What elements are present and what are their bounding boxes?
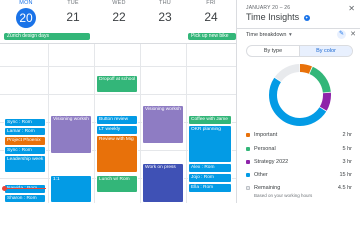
event-chip[interactable]: LT weekly (96, 125, 138, 135)
toggle-by-color[interactable]: By color (299, 46, 352, 56)
toggle-by-type[interactable]: By type (247, 46, 299, 56)
legend-swatch (246, 160, 250, 164)
event-chip[interactable]: OKR planning (188, 125, 232, 163)
legend-swatch (246, 186, 250, 190)
allday-event[interactable]: Zürich design days (4, 33, 90, 40)
event-chip[interactable]: Alex : Rom (188, 163, 232, 173)
panel-title-text: Time Insights (246, 12, 300, 22)
day-header-mon[interactable]: MON 20 (4, 0, 48, 30)
hour-line (0, 94, 236, 95)
breakdown-label: Time breakdown (246, 32, 287, 38)
day-of-week: TUE (67, 0, 79, 6)
event-chip[interactable]: Jojo : Rom (188, 173, 232, 183)
day-of-week: WED (112, 0, 126, 6)
day-header-wed[interactable]: WED 22 (96, 0, 142, 30)
working-hours-note: Based on your working hours (254, 193, 313, 198)
legend-label: Important (254, 132, 278, 138)
legend-swatch (246, 147, 250, 151)
legend-value: 5 hr (342, 146, 352, 152)
beta-badge-icon: ✦ (303, 14, 310, 21)
event-chip[interactable]: Nawida : Rom (4, 184, 46, 194)
event-chip[interactable]: Leadership week (4, 155, 46, 173)
allday-event[interactable]: Pick up new bike (188, 33, 236, 40)
time-breakdown-donut (269, 64, 331, 126)
day-header-tue[interactable]: TUE 21 (50, 0, 96, 30)
day-header-thu[interactable]: THU 23 (142, 0, 188, 30)
event-chip[interactable]: Sync : Rom (4, 146, 46, 155)
event-chip[interactable]: Review with Mig (96, 135, 138, 173)
close-panel-icon[interactable]: ✕ (348, 4, 355, 13)
event-chip[interactable]: Coffee with Jame (188, 115, 232, 125)
panel-title: Time Insights ✦ (246, 12, 310, 22)
time-insights-panel: JANUARY 20 – 26 Time Insights ✦ ✕ Time b… (236, 0, 360, 203)
day-header-fri[interactable]: FRI 24 (188, 0, 234, 30)
event-chip[interactable]: Sharon : Rom (4, 194, 46, 203)
close-icon[interactable]: ✕ (350, 30, 356, 38)
breakdown-toggle[interactable]: By type By color (246, 45, 353, 57)
day-divider (94, 44, 95, 203)
day-of-week: THU (159, 0, 171, 6)
legend-value: 2 hr (342, 132, 352, 138)
event-chip[interactable]: 1:1 (50, 175, 92, 203)
legend-item[interactable]: Personal 5 hr (246, 145, 356, 153)
legend-value: 4.5 hr (337, 185, 352, 191)
legend-value: 3 hr (342, 159, 352, 165)
day-number[interactable]: 21 (63, 8, 83, 28)
legend-item[interactable]: Important 2 hr (246, 131, 356, 139)
edit-pencil-icon[interactable]: ✎ (337, 30, 346, 39)
legend-value: 15 hr (339, 172, 352, 178)
panel-date-range: JANUARY 20 – 26 (246, 5, 291, 11)
event-chip[interactable]: Project Phoenix (4, 136, 46, 146)
event-chip[interactable]: Lunch w/ Rom (96, 175, 138, 193)
legend-label: Other (254, 172, 268, 178)
legend-swatch (246, 173, 250, 177)
event-chip[interactable]: Sync : Rom (4, 118, 46, 127)
day-divider (186, 44, 187, 203)
event-chip[interactable]: Work on press (142, 163, 184, 203)
event-chip[interactable]: Lamar : Rom (4, 127, 46, 136)
day-of-week: MON (19, 0, 33, 6)
day-number[interactable]: 22 (109, 8, 129, 28)
current-time-line (4, 188, 46, 189)
day-number[interactable]: 24 (201, 8, 221, 28)
day-divider (140, 44, 141, 203)
legend-item[interactable]: Other 15 hr (246, 171, 356, 179)
legend-label: Personal (254, 146, 276, 152)
event-chip[interactable]: Dropoff at school (96, 75, 138, 93)
event-chip[interactable]: Ella : Rom (188, 183, 232, 193)
day-of-week: FRI (206, 0, 216, 6)
legend-label: Strategy 2022 (254, 159, 289, 165)
breakdown-selector[interactable]: Time breakdown ▾ (246, 32, 292, 38)
chevron-down-icon: ▾ (288, 32, 292, 38)
legend-item[interactable]: Strategy 2022 3 hr (246, 158, 356, 166)
hour-line (0, 66, 236, 67)
event-chip[interactable]: Visioning worksh (50, 115, 92, 154)
panel-divider (237, 28, 360, 29)
day-number[interactable]: 20 (16, 8, 36, 28)
legend-label: Remaining (254, 185, 281, 191)
event-chip[interactable]: Button review (96, 115, 138, 125)
day-number[interactable]: 23 (155, 8, 175, 28)
event-chip[interactable]: Visioning worksh (142, 105, 184, 144)
legend-item[interactable]: Remaining 4.5 hr (246, 184, 356, 192)
legend-swatch (246, 133, 250, 137)
day-divider (48, 44, 49, 203)
